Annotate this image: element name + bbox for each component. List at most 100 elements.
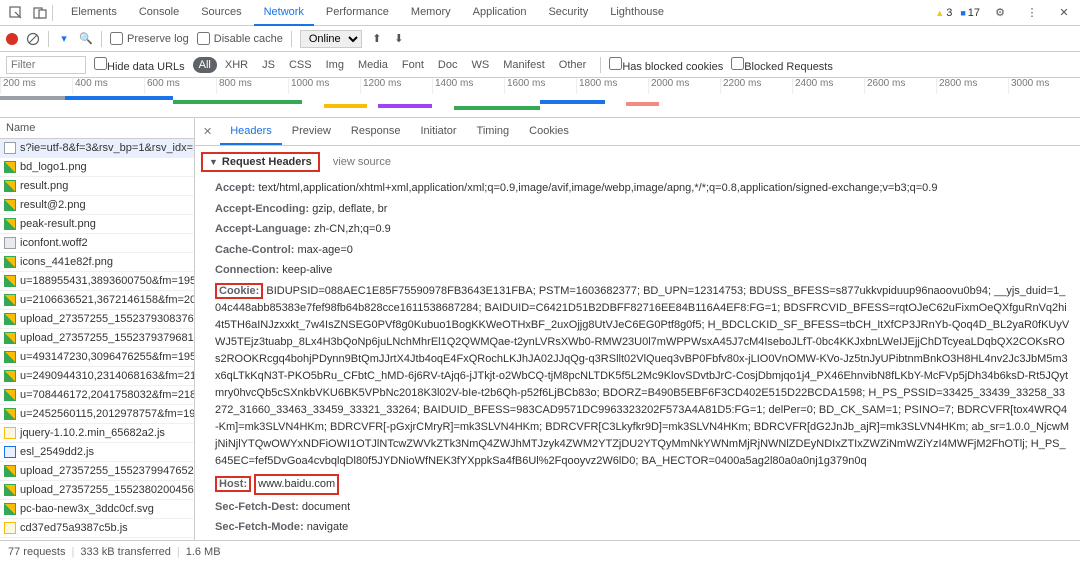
status-bar: 77 requests | 333 kB transferred | 1.6 M… bbox=[0, 540, 1080, 562]
view-source-link[interactable]: view source bbox=[333, 156, 391, 168]
request-row[interactable]: bd_logo1.png bbox=[0, 158, 194, 177]
request-list[interactable]: Name s?ie=utf-8&f=3&rsv_bp=1&rsv_idx=1…b… bbox=[0, 118, 195, 540]
panel-tab-application[interactable]: Application bbox=[463, 0, 537, 26]
request-name: upload_27357255_1552379308376.jpg bbox=[20, 313, 194, 325]
upload-icon[interactable]: ⬆ bbox=[370, 32, 384, 46]
panel-tab-lighthouse[interactable]: Lighthouse bbox=[600, 0, 674, 26]
hide-data-urls-checkbox[interactable]: Hide data URLs bbox=[94, 57, 185, 73]
panel-tab-console[interactable]: Console bbox=[129, 0, 189, 26]
type-filter-all[interactable]: All bbox=[193, 57, 217, 73]
request-name: jquery-1.10.2.min_65682a2.js bbox=[20, 427, 165, 439]
request-row[interactable]: cd37ed75a9387c5b.js bbox=[0, 519, 194, 538]
record-button[interactable] bbox=[6, 33, 18, 45]
img-file-icon bbox=[4, 503, 16, 515]
request-name: upload_27357255_1552379947652.jpg bbox=[20, 465, 194, 477]
divider bbox=[600, 57, 601, 73]
img-file-icon bbox=[4, 332, 16, 344]
request-headers-section[interactable]: Request Headers bbox=[201, 152, 320, 172]
warnings-badge[interactable]: 3 bbox=[935, 7, 952, 19]
request-name: upload_27357255_1552380200456.png bbox=[20, 484, 194, 496]
filter-input[interactable] bbox=[6, 56, 86, 74]
panel-tab-network[interactable]: Network bbox=[254, 0, 314, 26]
timeline-tick: 1200 ms bbox=[360, 78, 432, 94]
blocked-requests-checkbox[interactable]: Blocked Requests bbox=[731, 57, 833, 73]
header-cookie-key: Cookie: bbox=[215, 283, 263, 299]
request-row[interactable]: esl_2549dd2.js bbox=[0, 443, 194, 462]
request-headers-block: Accept: text/html,application/xhtml+xml,… bbox=[195, 178, 1080, 540]
request-row[interactable]: u=708446172,2041758032&fm=218&… bbox=[0, 386, 194, 405]
request-row[interactable]: peak-result.png bbox=[0, 215, 194, 234]
type-filter-other[interactable]: Other bbox=[553, 57, 593, 73]
type-filters: AllXHRJSCSSImgMediaFontDocWSManifestOthe… bbox=[193, 57, 593, 73]
type-filter-manifest[interactable]: Manifest bbox=[497, 57, 551, 73]
network-filter-bar: Hide data URLs AllXHRJSCSSImgMediaFontDo… bbox=[0, 52, 1080, 78]
request-row[interactable]: u=2490944310,2314068163&fm=218&… bbox=[0, 367, 194, 386]
img-file-icon bbox=[4, 351, 16, 363]
request-row[interactable]: iconfont.woff2 bbox=[0, 234, 194, 253]
request-row[interactable]: jquery-1.10.2.min_65682a2.js bbox=[0, 424, 194, 443]
main-split: Name s?ie=utf-8&f=3&rsv_bp=1&rsv_idx=1…b… bbox=[0, 118, 1080, 540]
request-details: ✕ HeadersPreviewResponseInitiatorTimingC… bbox=[195, 118, 1080, 540]
download-icon[interactable]: ⬇ bbox=[392, 32, 406, 46]
img-file-icon bbox=[4, 275, 16, 287]
request-row[interactable]: u=2452560115,2012978757&fm=195&… bbox=[0, 405, 194, 424]
request-row[interactable]: u=2106636521,3672146158&fm=202&… bbox=[0, 291, 194, 310]
request-row[interactable]: icons_441e82f.png bbox=[0, 253, 194, 272]
type-filter-font[interactable]: Font bbox=[396, 57, 430, 73]
close-details-icon[interactable]: ✕ bbox=[195, 125, 220, 138]
column-header-name[interactable]: Name bbox=[0, 118, 194, 139]
request-name: u=2452560115,2012978757&fm=195&… bbox=[20, 408, 194, 420]
request-name: s?ie=utf-8&f=3&rsv_bp=1&rsv_idx=1… bbox=[20, 142, 194, 154]
request-row[interactable]: polyfill_9354efa.js bbox=[0, 538, 194, 540]
request-row[interactable]: upload_27357255_1552379379681.jpg bbox=[0, 329, 194, 348]
type-filter-ws[interactable]: WS bbox=[465, 57, 495, 73]
settings-gear-icon[interactable]: ⚙ bbox=[992, 5, 1008, 21]
details-tab-initiator[interactable]: Initiator bbox=[410, 119, 466, 145]
request-row[interactable]: upload_27357255_1552379308376.jpg bbox=[0, 310, 194, 329]
more-menu-icon[interactable]: ⋮ bbox=[1024, 5, 1040, 21]
close-panel-icon[interactable]: ✕ bbox=[1056, 5, 1072, 21]
type-filter-doc[interactable]: Doc bbox=[432, 57, 464, 73]
request-row[interactable]: result@2.png bbox=[0, 196, 194, 215]
request-row[interactable]: upload_27357255_1552380200456.png bbox=[0, 481, 194, 500]
request-row[interactable]: pc-bao-new3x_3ddc0cf.svg bbox=[0, 500, 194, 519]
type-filter-media[interactable]: Media bbox=[352, 57, 394, 73]
filter-funnel-icon[interactable]: ▾ bbox=[57, 32, 71, 46]
details-tab-preview[interactable]: Preview bbox=[282, 119, 341, 145]
request-row[interactable]: u=188955431,3893600750&fm=195&… bbox=[0, 272, 194, 291]
type-filter-img[interactable]: Img bbox=[320, 57, 350, 73]
details-tab-response[interactable]: Response bbox=[341, 119, 411, 145]
status-transferred: 333 kB transferred bbox=[80, 546, 171, 558]
details-tab-timing[interactable]: Timing bbox=[467, 119, 520, 145]
type-filter-xhr[interactable]: XHR bbox=[219, 57, 254, 73]
preserve-log-checkbox[interactable]: Preserve log bbox=[110, 32, 189, 45]
status-resources: 1.6 MB bbox=[186, 546, 221, 558]
search-icon[interactable]: 🔍 bbox=[79, 32, 93, 46]
timeline-overview[interactable]: 200 ms400 ms600 ms800 ms1000 ms1200 ms14… bbox=[0, 78, 1080, 118]
request-row[interactable]: s?ie=utf-8&f=3&rsv_bp=1&rsv_idx=1… bbox=[0, 139, 194, 158]
panel-tab-sources[interactable]: Sources bbox=[191, 0, 251, 26]
disable-cache-checkbox[interactable]: Disable cache bbox=[197, 32, 283, 45]
panel-tab-performance[interactable]: Performance bbox=[316, 0, 399, 26]
panel-tab-elements[interactable]: Elements bbox=[61, 0, 127, 26]
messages-badge[interactable]: 17 bbox=[960, 7, 980, 19]
request-row[interactable]: upload_27357255_1552379947652.jpg bbox=[0, 462, 194, 481]
timeline-bars bbox=[0, 94, 1080, 114]
type-filter-js[interactable]: JS bbox=[256, 57, 281, 73]
timeline-tick: 2800 ms bbox=[936, 78, 1008, 94]
panel-tab-security[interactable]: Security bbox=[538, 0, 598, 26]
device-toggle-icon[interactable] bbox=[32, 5, 48, 21]
inspect-icon[interactable] bbox=[8, 5, 24, 21]
has-blocked-cookies-checkbox[interactable]: Has blocked cookies bbox=[609, 57, 723, 73]
type-filter-css[interactable]: CSS bbox=[283, 57, 318, 73]
details-tab-cookies[interactable]: Cookies bbox=[519, 119, 579, 145]
clear-icon[interactable] bbox=[26, 32, 40, 46]
panel-tab-memory[interactable]: Memory bbox=[401, 0, 461, 26]
timeline-tick: 1800 ms bbox=[576, 78, 648, 94]
timeline-tick: 200 ms bbox=[0, 78, 72, 94]
details-tab-headers[interactable]: Headers bbox=[220, 119, 282, 145]
request-row[interactable]: result.png bbox=[0, 177, 194, 196]
request-row[interactable]: u=493147230,3096476255&fm=195&… bbox=[0, 348, 194, 367]
header-cookie: BIDUPSID=088AEC1E85F75590978FB3643E131FB… bbox=[215, 285, 1069, 467]
throttling-select[interactable]: Online bbox=[300, 30, 362, 48]
